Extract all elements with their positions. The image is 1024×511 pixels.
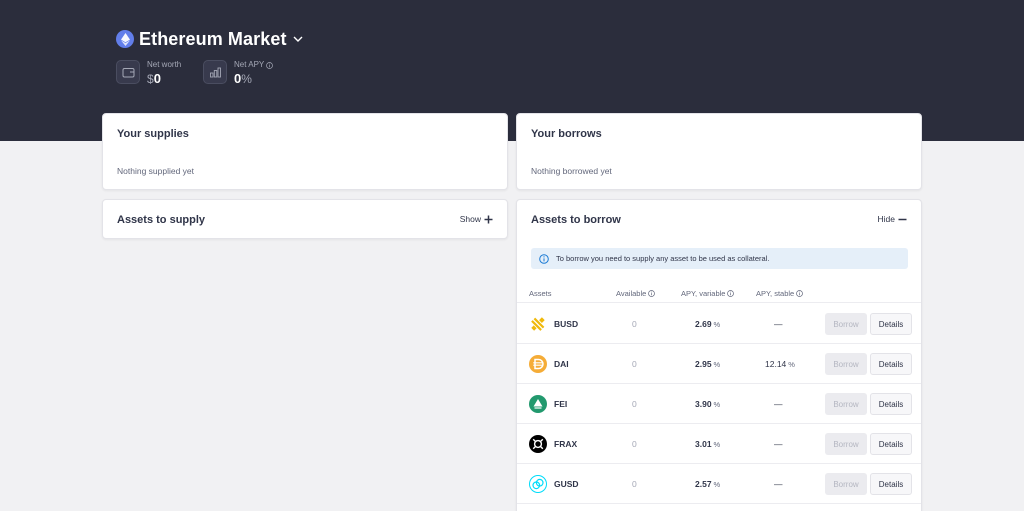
details-button[interactable]: Details [870,393,912,415]
ethereum-icon [116,30,134,48]
details-button[interactable]: Details [870,313,912,335]
asset-symbol: FEI [554,399,568,409]
chevron-down-icon[interactable] [293,36,303,42]
apy-stable-value: 12.14% [765,359,795,369]
apy-stable-value: — [774,319,783,329]
apy-stable-value: — [774,479,783,489]
plus-icon [484,215,493,223]
dai-icon [529,355,547,373]
borrows-empty-text: Nothing borrowed yet [531,166,612,176]
minus-icon [898,218,907,220]
col-apy-variable: APY, variable [681,289,735,298]
assets-to-borrow-title: Assets to borrow [531,214,621,226]
hide-label: Hide [877,214,895,224]
info-icon[interactable] [648,290,656,297]
net-worth-stat: Net worth $0 [116,60,181,86]
show-toggle[interactable]: Show [460,214,493,224]
assets-to-supply-title: Assets to supply [117,214,206,226]
info-icon[interactable] [266,61,274,69]
net-apy-stat: Net APY 0% [203,60,274,87]
borrow-button[interactable]: Borrow [825,433,867,455]
details-button[interactable]: Details [870,433,912,455]
details-button[interactable]: Details [870,473,912,495]
your-supplies-title: Your supplies [117,128,189,140]
table-row: FEI 0 3.90% — Borrow Details [517,384,921,424]
info-circle-icon [539,253,549,264]
table-row: BUSD 0 2.69% — Borrow Details [517,304,921,344]
fei-icon [529,395,547,413]
busd-icon [529,315,547,333]
borrow-button[interactable]: Borrow [825,393,867,415]
bar-chart-icon [203,60,227,84]
net-worth-value: $0 [147,71,161,87]
available-value: 0 [632,399,637,409]
available-value: 0 [632,359,637,369]
borrow-button[interactable]: Borrow [825,473,867,495]
asset-symbol: DAI [554,359,569,369]
your-borrows-title: Your borrows [531,128,602,140]
frax-icon [529,435,547,453]
available-value: 0 [632,319,637,329]
col-available: Available [616,289,656,298]
collateral-info-banner: To borrow you need to supply any asset t… [531,248,908,269]
table-row: FRAX 0 3.01% — Borrow Details [517,424,921,464]
apy-variable-value: 3.90% [695,399,721,409]
borrow-button[interactable]: Borrow [825,353,867,375]
assets-to-supply-card: Assets to supply Show [102,199,508,239]
details-button[interactable]: Details [870,353,912,375]
borrow-button[interactable]: Borrow [825,313,867,335]
gusd-icon [529,475,547,493]
table-row: DAI 0 2.95% 12.14% Borrow Details [517,344,921,384]
apy-variable-value: 2.69% [695,319,721,329]
your-supplies-card: Your supplies Nothing supplied yet [102,113,508,190]
supplies-empty-text: Nothing supplied yet [117,166,195,176]
hide-toggle[interactable]: Hide [878,214,907,224]
apy-variable-value: 3.01% [695,439,721,449]
available-value: 0 [632,439,637,449]
apy-variable-value: 2.95% [695,359,721,369]
asset-symbol: BUSD [554,319,579,329]
available-value: 0 [632,479,637,489]
info-icon[interactable] [796,290,804,297]
assets-to-borrow-card: Assets to borrow Hide To borrow you need… [516,199,922,511]
asset-symbol: FRAX [554,439,578,449]
show-label: Show [459,214,481,224]
borrow-table-header: Assets Available APY, variable APY, stab… [517,287,921,303]
asset-symbol: GUSD [554,479,579,489]
apy-variable-value: 2.57% [695,479,721,489]
wallet-icon [116,60,140,84]
net-worth-label: Net worth [147,60,182,69]
apy-stable-value: — [774,439,783,449]
net-apy-value: 0% [234,71,252,87]
market-selector[interactable]: Ethereum Market [116,28,303,50]
col-assets: Assets [529,289,552,298]
apy-stable-value: — [774,399,783,409]
market-title: Ethereum Market [139,28,287,49]
your-borrows-card: Your borrows Nothing borrowed yet [516,113,922,190]
table-row: GUSD 0 2.57% — Borrow Details [517,464,921,504]
col-apy-stable: APY, stable [756,289,804,298]
info-banner-text: To borrow you need to supply any asset t… [556,254,770,263]
info-icon[interactable] [727,290,735,297]
net-apy-label: Net APY [234,60,274,70]
